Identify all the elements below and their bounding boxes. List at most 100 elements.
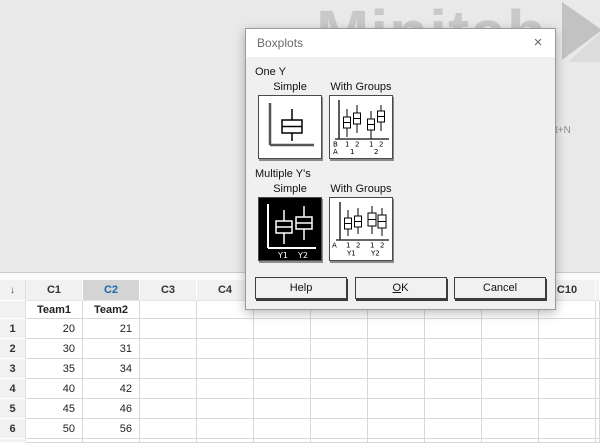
data-cell[interactable]: 30 xyxy=(26,339,83,359)
data-cell[interactable] xyxy=(425,319,482,339)
data-cell[interactable] xyxy=(140,339,197,359)
svg-text:2: 2 xyxy=(379,141,383,149)
data-cell[interactable] xyxy=(254,379,311,399)
data-cell[interactable] xyxy=(140,379,197,399)
data-cell[interactable] xyxy=(368,399,425,419)
multiple-ys-groups-label: With Groups xyxy=(330,183,392,195)
data-cell[interactable]: 35 xyxy=(26,359,83,379)
data-cell[interactable] xyxy=(197,319,254,339)
data-cell[interactable]: 21 xyxy=(83,319,140,339)
data-cell[interactable] xyxy=(254,339,311,359)
data-cell[interactable] xyxy=(254,319,311,339)
multiple-ys-with-groups-option[interactable]: A 1 2 1 2 Y1 Y2 xyxy=(329,197,393,261)
data-cell[interactable] xyxy=(482,379,539,399)
name-cell-1[interactable]: Team1 xyxy=(26,301,83,319)
data-cell[interactable] xyxy=(425,359,482,379)
data-cell[interactable] xyxy=(140,419,197,439)
svg-text:1: 1 xyxy=(350,148,354,156)
data-cell[interactable]: 56 xyxy=(83,419,140,439)
data-cell[interactable] xyxy=(140,399,197,419)
dialog-titlebar[interactable]: Boxplots × xyxy=(246,29,555,57)
dialog-title: Boxplots xyxy=(257,36,304,50)
data-cell[interactable] xyxy=(140,359,197,379)
name-cell-filler xyxy=(596,301,600,319)
data-cell[interactable] xyxy=(425,419,482,439)
row-header-6[interactable]: 6 xyxy=(0,419,26,439)
data-cell[interactable] xyxy=(539,379,596,399)
row-header-1[interactable]: 1 xyxy=(0,319,26,339)
one-y-with-groups-option[interactable]: B A 1 2 1 2 1 2 xyxy=(329,95,393,159)
data-cell[interactable] xyxy=(425,339,482,359)
data-cell-sliver xyxy=(197,439,254,443)
name-cell-3[interactable] xyxy=(140,301,197,319)
ok-button[interactable]: OK xyxy=(354,277,447,299)
select-all-corner-arrow-icon[interactable]: ↓ xyxy=(0,280,26,301)
boxplot-one-simple-icon xyxy=(268,103,314,147)
data-cell[interactable] xyxy=(254,359,311,379)
row-header-3[interactable]: 3 xyxy=(0,359,26,379)
data-cell[interactable] xyxy=(197,359,254,379)
help-button[interactable]: Help xyxy=(255,277,347,299)
data-cell[interactable]: 46 xyxy=(83,399,140,419)
row-header-5[interactable]: 5 xyxy=(0,399,26,419)
data-cell[interactable] xyxy=(140,319,197,339)
data-cell[interactable] xyxy=(425,399,482,419)
data-cell[interactable] xyxy=(539,319,596,339)
data-cell[interactable] xyxy=(254,399,311,419)
multiple-ys-simple-option-selected[interactable]: Y1 Y2 xyxy=(258,197,322,261)
data-cell[interactable]: 40 xyxy=(26,379,83,399)
one-y-simple-option[interactable] xyxy=(258,95,322,159)
data-cell[interactable]: 45 xyxy=(26,399,83,419)
data-cell[interactable] xyxy=(539,339,596,359)
data-cell[interactable] xyxy=(311,319,368,339)
boxplots-dialog: Boxplots × One Y Simple With Groups B A … xyxy=(245,28,556,310)
data-cell-sliver xyxy=(311,439,368,443)
column-header-c3[interactable]: C3 xyxy=(140,280,197,301)
data-cell[interactable] xyxy=(368,359,425,379)
logo-arrow-icon xyxy=(562,2,600,62)
data-cell[interactable] xyxy=(197,399,254,419)
one-y-groups-label: With Groups xyxy=(330,81,392,93)
data-cell[interactable] xyxy=(482,359,539,379)
data-cell[interactable] xyxy=(197,339,254,359)
data-cell[interactable] xyxy=(539,419,596,439)
data-cell[interactable] xyxy=(539,399,596,419)
data-cell[interactable]: 20 xyxy=(26,319,83,339)
data-cell[interactable]: 42 xyxy=(83,379,140,399)
svg-text:2: 2 xyxy=(374,148,378,156)
row-header-2[interactable]: 2 xyxy=(0,339,26,359)
column-header-c2[interactable]: C2 xyxy=(83,280,140,301)
data-cell[interactable] xyxy=(197,379,254,399)
data-cell[interactable] xyxy=(482,339,539,359)
data-cell[interactable] xyxy=(368,379,425,399)
data-cell[interactable] xyxy=(368,419,425,439)
data-cell[interactable] xyxy=(311,419,368,439)
data-cell[interactable] xyxy=(482,399,539,419)
data-cell-sliver xyxy=(596,439,600,443)
cancel-button[interactable]: Cancel xyxy=(454,277,546,299)
data-cell[interactable] xyxy=(482,319,539,339)
data-cell[interactable] xyxy=(197,419,254,439)
data-cell-sliver xyxy=(26,439,83,443)
column-header-filler xyxy=(596,280,600,301)
svg-text:1: 1 xyxy=(346,242,350,250)
data-cell[interactable] xyxy=(368,339,425,359)
data-cell[interactable]: 34 xyxy=(83,359,140,379)
data-cell[interactable] xyxy=(311,379,368,399)
data-cell[interactable] xyxy=(311,359,368,379)
data-cell[interactable]: 50 xyxy=(26,419,83,439)
data-cell[interactable] xyxy=(311,339,368,359)
data-cell[interactable] xyxy=(482,419,539,439)
data-cell-sliver xyxy=(368,439,425,443)
data-cell[interactable] xyxy=(368,319,425,339)
svg-text:2: 2 xyxy=(355,141,359,149)
data-cell[interactable] xyxy=(425,379,482,399)
close-icon[interactable]: × xyxy=(521,29,555,57)
data-cell[interactable] xyxy=(311,399,368,419)
data-cell[interactable] xyxy=(254,419,311,439)
row-header-4[interactable]: 4 xyxy=(0,379,26,399)
data-cell[interactable]: 31 xyxy=(83,339,140,359)
data-cell[interactable] xyxy=(539,359,596,379)
name-cell-2[interactable]: Team2 xyxy=(83,301,140,319)
column-header-c1[interactable]: C1 xyxy=(26,280,83,301)
